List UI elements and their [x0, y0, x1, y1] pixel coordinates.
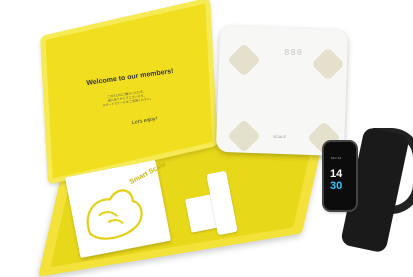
tracker-minute: 30 — [330, 180, 343, 192]
tracker-date: Mon 10 — [331, 156, 342, 160]
tracker-hour: 14 — [330, 168, 343, 180]
scale-display: 888 — [284, 48, 304, 58]
product-photo: Welcome to our members! このたびはご購入いただき、 誠に… — [0, 0, 413, 277]
tracker-time: 14 30 — [330, 168, 350, 192]
scale-brand-label: SCALE — [273, 134, 287, 139]
